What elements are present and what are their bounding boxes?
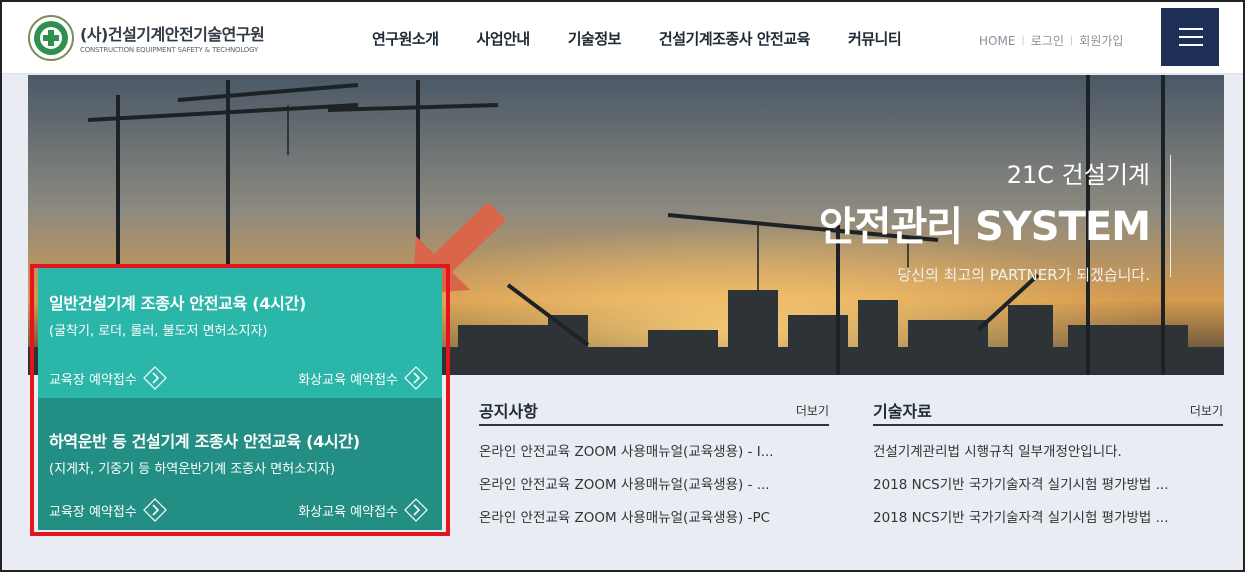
logo-title: (사)건설기계안전기술연구원 [80,25,265,44]
hamburger-menu-button[interactable] [1161,8,1219,66]
nav-item-safety-education[interactable]: 건설기계조종사 안전교육 [659,28,811,52]
notice-list: 온라인 안전교육 ZOOM 사용매뉴얼(교육생용) - I... 온라인 안전교… [479,436,829,535]
site-header: (사)건설기계안전기술연구원 CONSTRUCTION EQUIPMENT SA… [2,2,1243,74]
home-link[interactable]: HOME [979,34,1015,48]
main-nav: 연구원소개 사업안내 기술정보 건설기계조종사 안전교육 커뮤니티 [372,28,939,52]
logo-subtitle: CONSTRUCTION EQUIPMENT SAFETY & TECHNOLO… [80,46,259,54]
highlight-outline [30,264,450,536]
hero-tagline: 당신의 최고의 PARTNER가 되겠습니다. [897,266,1150,284]
list-item[interactable]: 건설기계관리법 시행규칙 일부개정안입니다. [873,436,1218,469]
nav-item-tech-info[interactable]: 기술정보 [568,28,622,52]
page-frame: (사)건설기계안전기술연구원 CONSTRUCTION EQUIPMENT SA… [0,0,1245,572]
list-item[interactable]: 2018 NCS기반 국가기술자격 실기시험 평가방법 ... [873,502,1218,535]
tech-data-board: 기술자료 더보기 건설기계관리법 시행규칙 일부개정안입니다. 2018 NCS… [873,396,1223,535]
hamburger-icon [1179,36,1203,38]
tech-list: 건설기계관리법 시행규칙 일부개정안입니다. 2018 NCS기반 국가기술자격… [873,436,1223,535]
list-item[interactable]: 온라인 안전교육 ZOOM 사용매뉴얼(교육생용) - I... [479,436,824,469]
notice-board-title[interactable]: 공지사항 [479,398,538,422]
notice-board: 공지사항 더보기 온라인 안전교육 ZOOM 사용매뉴얼(교육생용) - I..… [479,396,829,535]
notice-board-header: 공지사항 더보기 [479,396,829,426]
site-logo[interactable]: (사)건설기계안전기술연구원 CONSTRUCTION EQUIPMENT SA… [28,15,278,61]
login-link[interactable]: 로그인 [1031,32,1064,49]
hamburger-icon [1179,44,1203,46]
hamburger-icon [1179,28,1203,30]
nav-item-about[interactable]: 연구원소개 [372,28,439,52]
hero-kicker: 21C 건설기계 [1006,161,1150,189]
logo-emblem-icon [28,15,74,61]
tech-board-title[interactable]: 기술자료 [873,398,932,422]
list-item[interactable]: 온라인 안전교육 ZOOM 사용매뉴얼(교육생용) -PC [479,502,824,535]
tech-board-header: 기술자료 더보기 [873,396,1223,426]
nav-item-community[interactable]: 커뮤니티 [848,28,902,52]
notice-more-link[interactable]: 더보기 [796,402,829,419]
list-item[interactable]: 2018 NCS기반 국가기술자격 실기시험 평가방법 ... [873,469,1218,502]
signup-link[interactable]: 회원가입 [1079,32,1123,49]
hero-divider [1170,155,1171,277]
hero-text: 21C 건설기계 안전관리 SYSTEM 당신의 최고의 PARTNER가 되겠… [818,155,1151,285]
hero-headline: 안전관리 SYSTEM [818,204,1151,250]
list-item[interactable]: 온라인 안전교육 ZOOM 사용매뉴얼(교육생용) - ... [479,469,824,502]
util-divider: | [1021,35,1025,46]
util-divider: | [1069,35,1074,46]
utility-links: HOME | 로그인 | 회원가입 [979,32,1123,49]
nav-item-business[interactable]: 사업안내 [477,28,531,52]
tech-more-link[interactable]: 더보기 [1190,402,1223,419]
